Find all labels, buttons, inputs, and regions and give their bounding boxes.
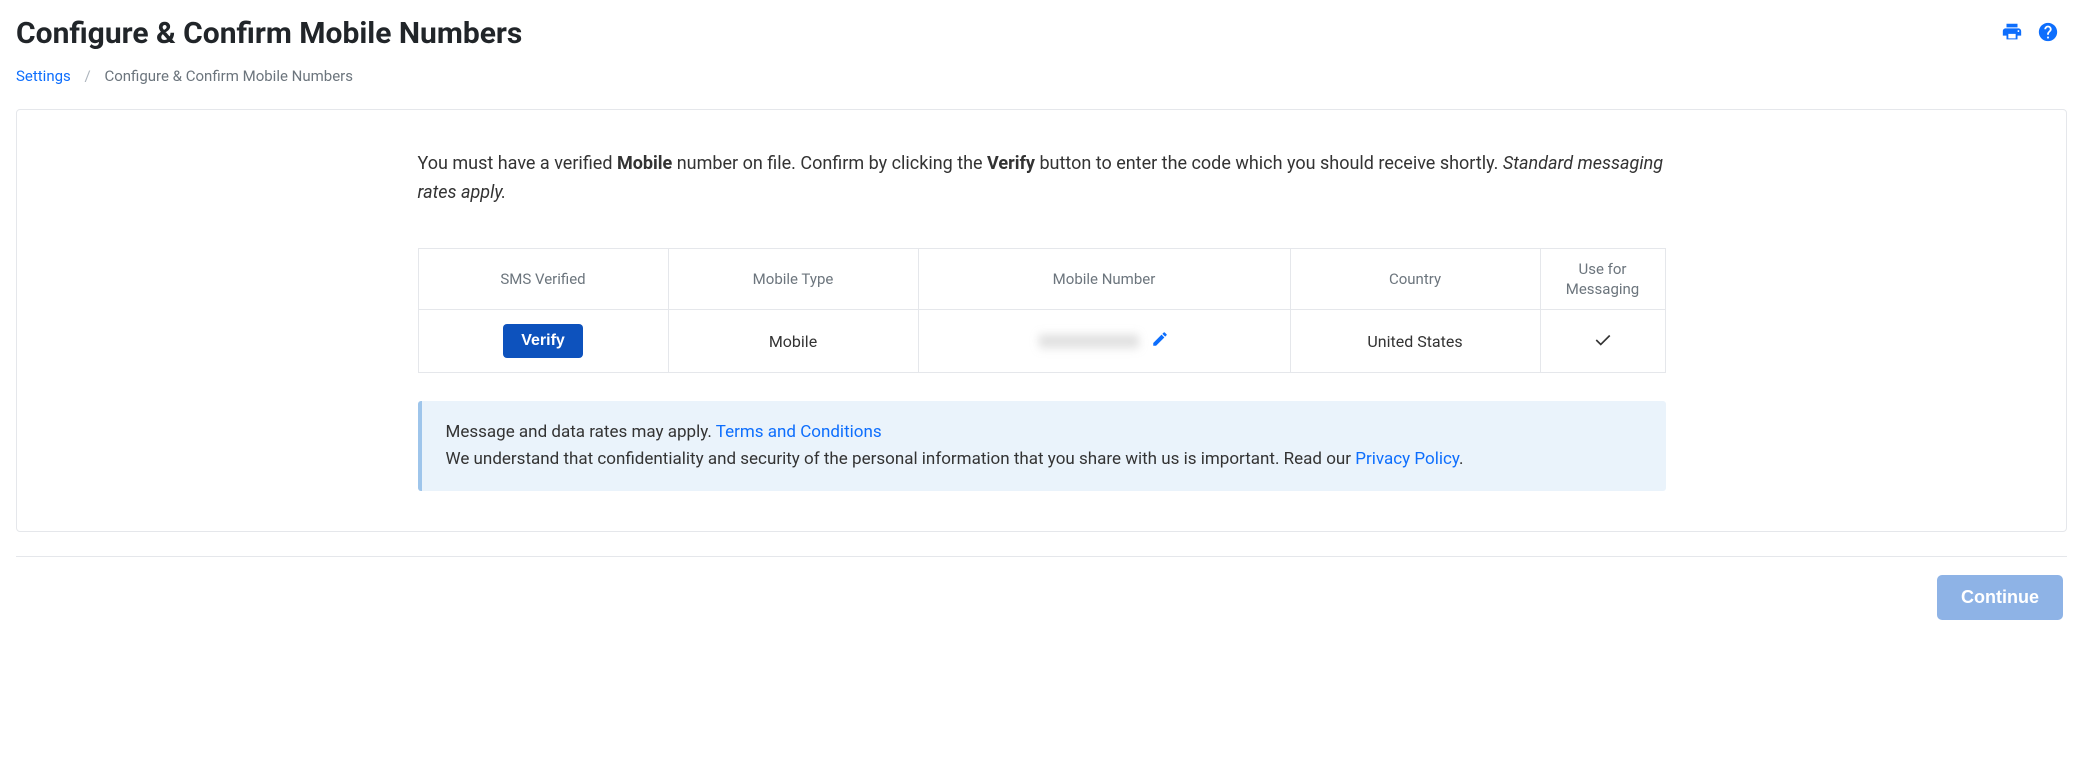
th-use-for-messaging: Use for Messaging (1540, 248, 1665, 310)
mobile-number-value: 5555555555 (1039, 332, 1139, 351)
verify-button[interactable]: Verify (503, 324, 583, 358)
th-sms-verified: SMS Verified (418, 248, 668, 310)
th-mobile-type: Mobile Type (668, 248, 918, 310)
cell-mobile-number: 5555555555 (918, 310, 1290, 373)
cell-use-for-messaging (1540, 310, 1665, 373)
pencil-icon[interactable] (1151, 330, 1169, 352)
privacy-policy-link[interactable]: Privacy Policy (1355, 449, 1459, 469)
intro-bold-mobile: Mobile (617, 153, 672, 174)
cell-mobile-type: Mobile (668, 310, 918, 373)
breadcrumb-settings-link[interactable]: Settings (16, 67, 71, 85)
help-icon[interactable] (2037, 21, 2059, 47)
th-country: Country (1290, 248, 1540, 310)
page-title: Configure & Confirm Mobile Numbers (16, 16, 522, 51)
breadcrumb-separator: / (85, 67, 91, 85)
print-icon[interactable] (2001, 21, 2023, 47)
intro-text: You must have a verified Mobile number o… (418, 150, 1666, 208)
intro-mid2: button to enter the code which you shoul… (1035, 153, 1503, 174)
breadcrumb-current: Configure & Confirm Mobile Numbers (104, 67, 353, 85)
notice-period: . (1459, 449, 1463, 469)
notice-line2-prefix: We understand that confidentiality and s… (446, 449, 1356, 469)
th-mobile-number: Mobile Number (918, 248, 1290, 310)
cell-country: United States (1290, 310, 1540, 373)
check-icon (1594, 332, 1612, 351)
main-card: You must have a verified Mobile number o… (16, 109, 2067, 532)
mobile-numbers-table: SMS Verified Mobile Type Mobile Number C… (418, 248, 1666, 374)
intro-bold-verify: Verify (987, 153, 1035, 174)
breadcrumb: Settings / Configure & Confirm Mobile Nu… (0, 59, 2083, 109)
terms-and-conditions-link[interactable]: Terms and Conditions (716, 422, 882, 442)
cell-sms-verified: Verify (418, 310, 668, 373)
info-notice: Message and data rates may apply. Terms … (418, 401, 1666, 491)
table-row: Verify Mobile 5555555555 United States (418, 310, 1665, 373)
intro-mid1: number on file. Confirm by clicking the (672, 153, 987, 174)
intro-prefix: You must have a verified (418, 153, 617, 174)
footer-divider (16, 556, 2067, 557)
continue-button[interactable]: Continue (1937, 575, 2063, 620)
notice-line1-prefix: Message and data rates may apply. (446, 422, 716, 442)
table-header-row: SMS Verified Mobile Type Mobile Number C… (418, 248, 1665, 310)
